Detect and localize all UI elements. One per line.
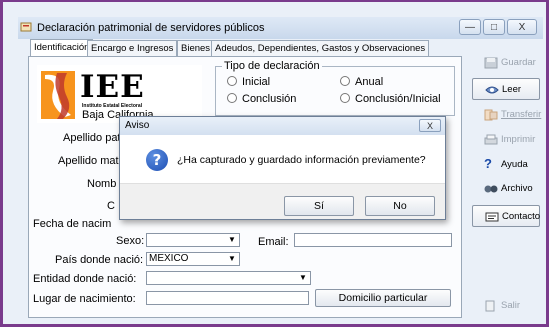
tab-identificacion[interactable]: Identificación (30, 39, 94, 57)
contacto-button[interactable]: Contacto (472, 205, 540, 227)
logo-text: IEE (80, 69, 145, 105)
radio-anual[interactable]: Anual (340, 76, 383, 88)
help-icon: ? (484, 156, 492, 171)
radio-conclusion[interactable]: Conclusión (227, 93, 296, 105)
curp-label: C (107, 200, 115, 212)
minimize-button[interactable]: — (459, 19, 481, 35)
read-icon (485, 86, 499, 94)
pais-label: País donde nació: (55, 254, 144, 266)
exit-icon (485, 300, 495, 312)
lugar-field[interactable] (146, 291, 309, 305)
guardar-label: Guardar (501, 57, 536, 68)
dialog-message: ¿Ha capturado y guardado información pre… (177, 154, 426, 166)
chevron-down-icon[interactable]: ▼ (226, 234, 238, 246)
tab-bienes[interactable]: Bienes (177, 40, 215, 56)
radio-inicial-label: Inicial (242, 76, 271, 88)
save-icon (484, 57, 498, 69)
dialog-title-bar: Aviso X (120, 117, 445, 136)
apellido-materno-label: Apellido mate (58, 155, 125, 167)
leer-button[interactable]: Leer (472, 78, 540, 100)
window-title: Declaración patrimonial de servidores pú… (37, 22, 265, 34)
lugar-label: Lugar de nacimiento: (33, 293, 136, 305)
printer-icon (484, 134, 498, 145)
email-field[interactable] (294, 233, 452, 247)
transferir-button[interactable]: Transferir (472, 104, 542, 126)
question-icon: ? (146, 149, 168, 171)
archivo-label: Archivo (501, 183, 533, 194)
close-button[interactable]: X (507, 19, 537, 35)
yes-button[interactable]: Sí (284, 196, 354, 216)
ayuda-label: Ayuda (501, 159, 528, 170)
dialog-title: Aviso (125, 120, 150, 131)
guardar-button[interactable]: Guardar (472, 52, 540, 74)
tipo-declaracion-legend: Tipo de declaración (222, 60, 322, 72)
contact-icon (485, 212, 499, 222)
radio-dot[interactable] (340, 76, 350, 86)
nombre-label: Nomb (87, 178, 117, 190)
radio-conclusion-inicial-label: Conclusión/Inicial (355, 93, 441, 105)
aviso-dialog: Aviso X ? ¿Ha capturado y guardado infor… (119, 116, 446, 220)
radio-conclusion-label: Conclusión (242, 93, 297, 105)
imprimir-button[interactable]: Imprimir (472, 129, 540, 151)
app-icon (20, 22, 32, 32)
dialog-close-button[interactable]: X (419, 119, 441, 132)
entidad-select[interactable] (146, 271, 311, 285)
ayuda-button[interactable]: ? Ayuda (472, 154, 540, 176)
radio-anual-label: Anual (355, 76, 384, 88)
tab-adeudos[interactable]: Adeudos, Dependientes, Gastos y Observac… (211, 40, 430, 56)
chevron-down-icon[interactable]: ▼ (226, 253, 238, 265)
iee-logo: IEE Instituto Estatal Electoral Baja Cal… (37, 65, 202, 123)
contacto-label: Contacto (502, 211, 541, 222)
salir-label: Salir (501, 300, 521, 311)
chevron-down-icon[interactable]: ▼ (297, 272, 309, 284)
radio-dot[interactable] (340, 93, 350, 103)
tab-encargo-ingresos[interactable]: Encargo e Ingresos (87, 40, 178, 56)
email-label: Email: (258, 236, 289, 248)
imprimir-label: Imprimir (501, 134, 536, 145)
no-button[interactable]: No (365, 196, 435, 216)
transfer-icon (484, 109, 498, 121)
archive-icon (484, 185, 498, 193)
tipo-declaracion-group (215, 66, 455, 116)
domicilio-button[interactable]: Domicilio particular (315, 289, 451, 307)
radio-dot[interactable] (227, 93, 237, 103)
archivo-button[interactable]: Archivo (472, 178, 540, 200)
apellido-paterno-label: Apellido pat (63, 132, 121, 144)
fecha-nacimiento-label: Fecha de nacim (33, 218, 112, 230)
leer-label: Leer (502, 84, 522, 95)
sexo-label: Sexo: (116, 235, 145, 247)
radio-inicial[interactable]: Inicial (227, 76, 270, 88)
radio-conclusion-inicial[interactable]: Conclusión/Inicial (340, 93, 441, 105)
transferir-label: Transferir (501, 109, 542, 120)
radio-dot[interactable] (227, 76, 237, 86)
salir-button[interactable]: Salir (472, 295, 540, 317)
entidad-label: Entidad donde nació: (33, 273, 137, 285)
maximize-button[interactable]: □ (483, 19, 505, 35)
